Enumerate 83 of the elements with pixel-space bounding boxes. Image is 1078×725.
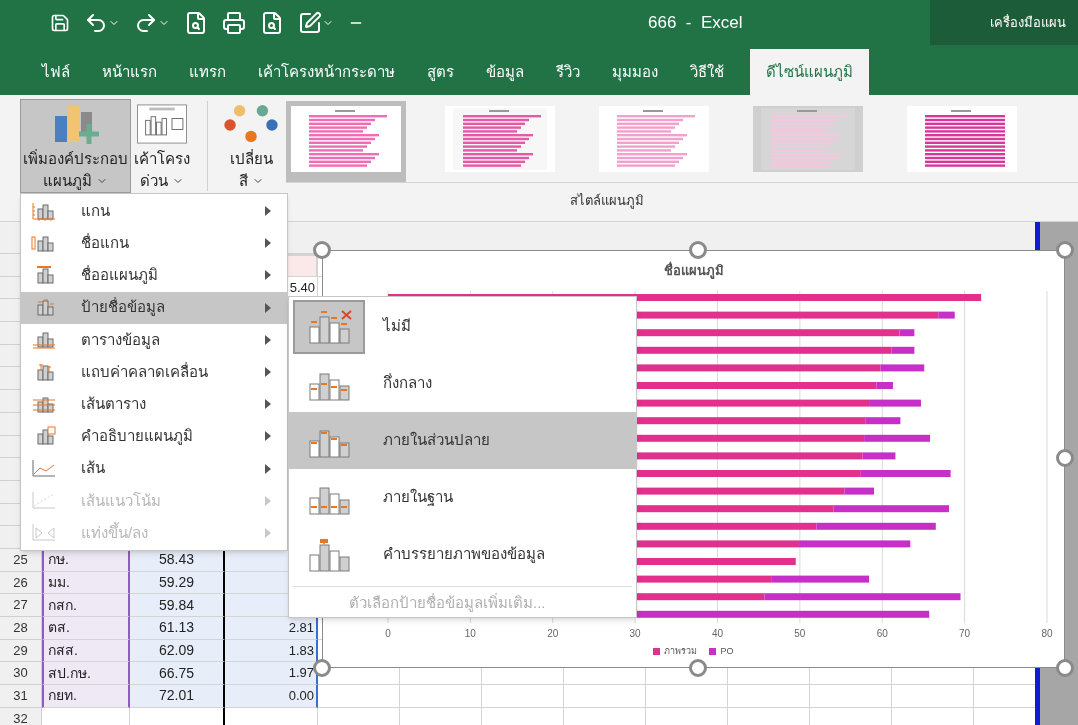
- menu-item[interactable]: แกน: [21, 195, 287, 228]
- table-cell: มม.: [42, 571, 130, 595]
- legend-label: ภาพรวม: [664, 645, 698, 658]
- axis-tick-label: 30: [629, 628, 641, 639]
- ribbon-tab[interactable]: แทรก: [173, 49, 242, 95]
- table-cell: 59.29: [130, 571, 225, 595]
- table-cell: 1.97: [225, 662, 318, 686]
- submenu-arrow-icon: [265, 495, 271, 506]
- axis-tick-label: 40: [711, 628, 724, 639]
- table-cell: กยท.: [42, 685, 130, 708]
- layout-thumbnail-icon: [134, 104, 190, 144]
- axis-tick-label: 70: [959, 628, 971, 639]
- submenu-arrow-icon: [265, 431, 271, 442]
- ribbon-button[interactable]: เค้าโครง ด่วน: [131, 99, 193, 193]
- table-cell: สป.กษ.: [42, 662, 130, 686]
- menu-item[interactable]: เส้น: [21, 452, 287, 485]
- chart-title: ชื่อแผนภูมิ: [663, 261, 724, 281]
- axis-tick-label: 10: [464, 628, 476, 639]
- menu-item[interactable]: ป้ายชื่อข้อมูล: [21, 291, 287, 324]
- submenu-arrow-icon: [265, 527, 271, 538]
- axis-tick-label: 0: [385, 628, 391, 639]
- menu-item[interactable]: คำอธิบายแผนภูมิ: [21, 420, 287, 453]
- row-number[interactable]: 31: [0, 685, 42, 708]
- chart-element-icon: [31, 329, 57, 351]
- table-cell: ตส.: [42, 617, 130, 640]
- submenu-arrow-icon: [265, 206, 271, 217]
- ribbon-button[interactable]: เปลี่ยน สี: [220, 99, 282, 193]
- submenu-arrow-icon: [265, 238, 271, 249]
- form-edit-icon[interactable]: [298, 10, 322, 35]
- submenu-arrow-icon: [265, 334, 271, 345]
- menu-item[interactable]: ภายในส่วนปลาย: [289, 412, 636, 469]
- context-tab-header: เครื่องมือแผน: [930, 0, 1078, 45]
- table-cell: 72.01: [130, 685, 225, 708]
- submenu-arrow-icon: [265, 302, 271, 313]
- submenu-arrow-icon: [265, 270, 271, 281]
- table-cell: 59.84: [130, 594, 225, 617]
- menu-item[interactable]: ชื่อแกน: [21, 227, 287, 260]
- row-number[interactable]: 26: [0, 571, 42, 595]
- menu-item[interactable]: แถบค่าคลาดเคลื่อน: [21, 355, 287, 389]
- axis-tick-label: 20: [547, 628, 559, 639]
- row-number[interactable]: 27: [0, 594, 42, 617]
- table-cell: 1.83: [225, 639, 318, 663]
- menu-item[interactable]: ตารางข้อมูล: [21, 323, 287, 356]
- row-number[interactable]: 28: [0, 617, 42, 640]
- ribbon-tab[interactable]: มุมมอง: [596, 49, 674, 95]
- table-cell: กสส.: [42, 639, 130, 663]
- submenu-arrow-icon: [265, 399, 271, 410]
- ribbon-tab[interactable]: สูตร: [411, 49, 470, 95]
- ribbon-tab[interactable]: เค้าโครงหน้ากระดาษ: [242, 49, 411, 95]
- axis-tick-label: 80: [1041, 628, 1053, 639]
- ribbon-button[interactable]: เพิ่มองค์ประกอบ แผนภูมิ: [20, 99, 131, 193]
- ribbon-tab[interactable]: หน้าแรก: [86, 49, 173, 95]
- ribbon-tab[interactable]: ข้อมูล: [470, 49, 540, 95]
- color-dots-icon: [223, 104, 279, 144]
- printer-icon[interactable]: [222, 10, 246, 35]
- ribbon-tab[interactable]: รีวิว: [540, 49, 596, 95]
- submenu-arrow-icon: [265, 367, 271, 378]
- ribbon-tab[interactable]: วิธีใช้: [674, 49, 740, 95]
- chart-element-icon: [31, 200, 57, 222]
- submenu-arrow-icon: [265, 463, 271, 474]
- window-title: 666 - Excel: [648, 11, 743, 34]
- legend-label: PO: [720, 645, 734, 658]
- save-icon[interactable]: [50, 12, 70, 33]
- chart-element-icon: [31, 522, 57, 544]
- chart-style-thumbnail[interactable]: [286, 101, 406, 182]
- ribbon-tab[interactable]: ไฟล์: [26, 49, 86, 95]
- table-cell: 0.00: [225, 685, 318, 708]
- table-cell: 62.09: [130, 639, 225, 663]
- table-cell: กสก.: [42, 594, 130, 617]
- table-cell: 61.13: [130, 617, 225, 640]
- chart-element-icon: [31, 458, 57, 480]
- print-preview-icon[interactable]: [184, 10, 208, 35]
- chart-element-icon: [31, 490, 57, 512]
- print-preview-icon[interactable]: [260, 10, 284, 35]
- ribbon-tab[interactable]: ดีไซน์แผนภูมิ: [750, 49, 869, 95]
- row-number[interactable]: 29: [0, 639, 42, 663]
- axis-tick-label: 60: [876, 628, 888, 639]
- menu-item[interactable]: เส้นตาราง: [21, 388, 287, 421]
- row-number[interactable]: 30: [0, 662, 42, 686]
- group-label: สไตล์แผนภูมิ: [570, 192, 644, 211]
- axis-tick-label: 50: [794, 628, 806, 639]
- table-cell: 66.75: [130, 662, 225, 686]
- table-cell: 2.81: [225, 617, 318, 640]
